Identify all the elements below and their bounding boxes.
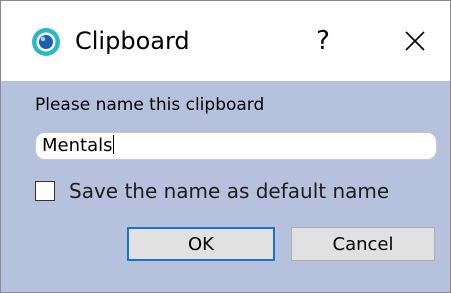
default-name-option[interactable]: Save the name as default name: [35, 178, 389, 204]
name-prompt-label: Please name this clipboard: [35, 95, 265, 115]
help-button[interactable]: ?: [301, 19, 345, 63]
window-title: Clipboard: [75, 27, 190, 55]
close-icon: [405, 31, 425, 51]
clipboard-name-input[interactable]: Mentals: [35, 132, 437, 160]
clipboard-app-icon: [32, 28, 60, 56]
text-cursor: [113, 135, 115, 154]
ok-button[interactable]: OK: [127, 227, 275, 261]
cancel-button[interactable]: Cancel: [291, 227, 435, 261]
default-name-checkbox[interactable]: [35, 181, 55, 201]
close-button[interactable]: [391, 19, 439, 63]
title-bar[interactable]: Clipboard ?: [1, 1, 450, 81]
clipboard-dialog-window: Clipboard ? Please name this clipboard M…: [0, 0, 451, 293]
dialog-content: Please name this clipboard Mentals Save …: [1, 81, 450, 292]
default-name-checkbox-label[interactable]: Save the name as default name: [69, 178, 389, 204]
clipboard-name-value: Mentals: [42, 135, 113, 156]
